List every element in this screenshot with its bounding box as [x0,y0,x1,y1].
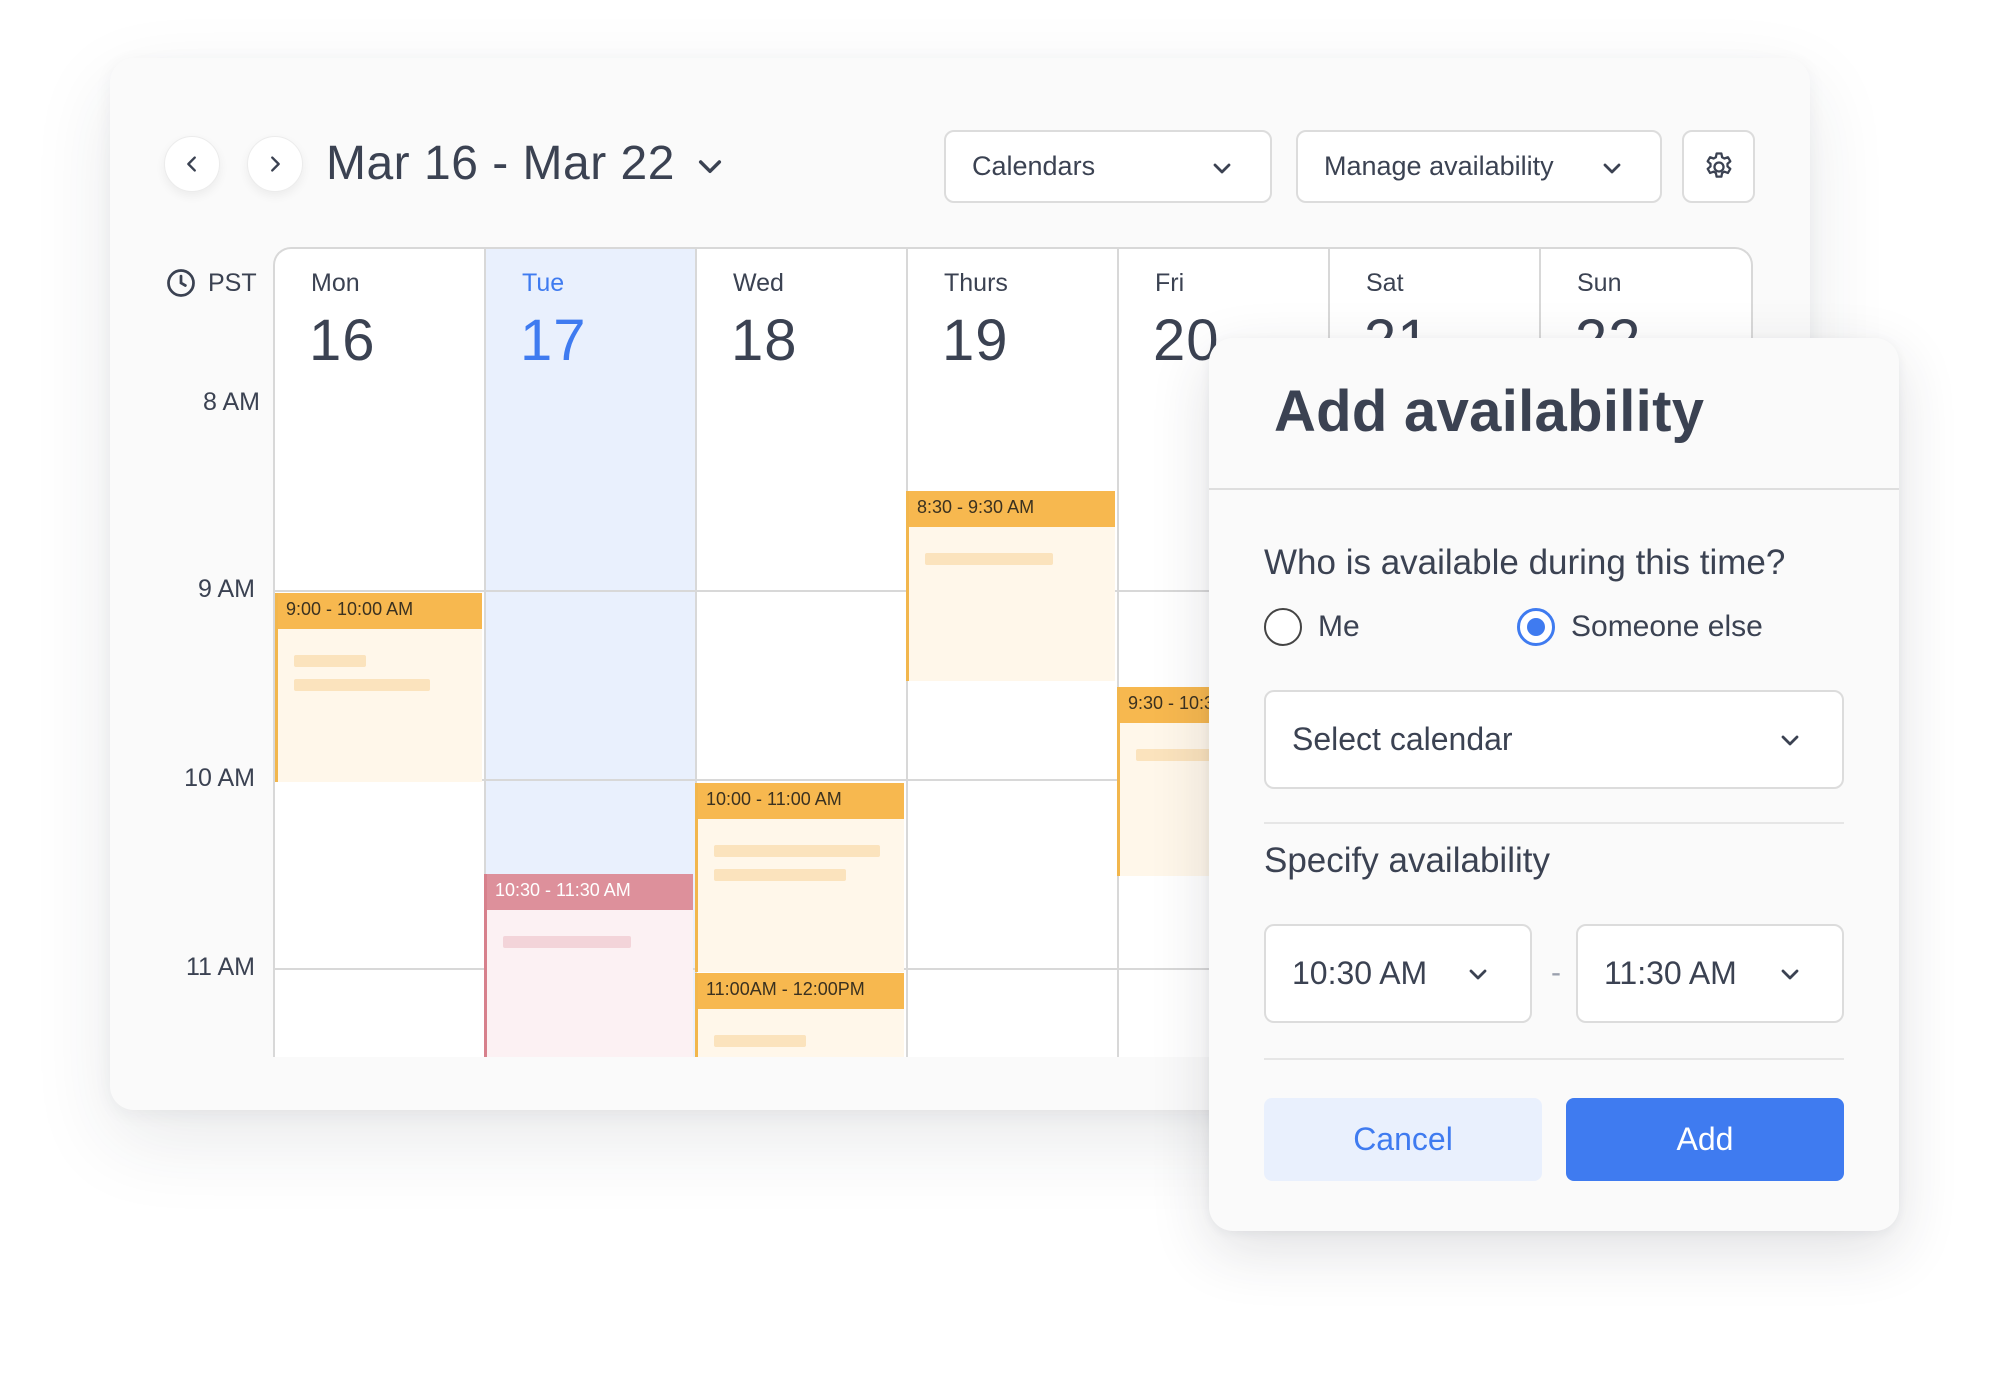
chevron-down-icon [1781,969,1799,979]
day-name: Fri [1155,269,1185,297]
day-name: Tue [522,269,565,297]
radio-someone-else-label: Someone else [1571,610,1763,643]
dialog-title: Add availability [1274,379,1705,444]
gear-icon [1706,151,1731,178]
day-number: 17 [520,308,587,373]
event-time: 10:00 - 11:00 AM [698,783,904,819]
day-number: 19 [942,308,1009,373]
day-name: Mon [311,269,360,297]
event-placeholder-bar [714,845,880,857]
chevron-down-icon [1213,163,1231,174]
time-separator: - [1551,956,1561,989]
event-placeholder-bar [714,1035,806,1047]
select-calendar-placeholder: Select calendar [1292,721,1513,757]
day-number: 18 [731,308,798,373]
event-time: 10:30 - 11:30 AM [487,874,693,910]
hour-label: 11 AM [185,953,255,981]
prev-week-button[interactable] [164,136,220,192]
calendar-event[interactable]: 11:00AM - 12:00PM [695,973,904,1057]
calendar-event[interactable]: 10:00 - 11:00 AM [695,783,904,972]
end-time-select[interactable]: 11:30 AM [1576,924,1844,1023]
radio-me-label: Me [1318,610,1360,643]
chevron-right-icon [271,156,280,172]
calendars-dropdown-label: Calendars [972,151,1096,181]
event-placeholder-bar [714,869,846,881]
event-time: 9:00 - 10:00 AM [278,593,482,629]
manage-availability-label: Manage availability [1324,151,1554,181]
specify-availability-label: Specify availability [1264,841,1550,880]
calendar-event[interactable]: 9:00 - 10:00 AM [275,593,482,782]
divider [1264,822,1844,824]
radio-me[interactable]: Me [1264,608,1360,646]
hour-label: 9 AM [198,575,255,603]
radio-circle-checked[interactable] [1517,608,1555,646]
event-placeholder-bar [503,936,631,948]
event-placeholder-bar [294,679,430,691]
chevron-left-icon [187,156,196,172]
settings-button[interactable] [1682,130,1755,203]
day-name: Sat [1366,269,1404,297]
day-number: 16 [309,308,376,373]
chevron-down-icon [1603,163,1621,174]
who-available-label: Who is available during this time? [1264,543,1786,582]
calendars-dropdown[interactable]: Calendars [944,130,1272,203]
chevron-down-icon[interactable] [694,150,726,182]
day-name: Sun [1577,269,1622,297]
event-placeholder-bar [294,655,366,667]
radio-circle-unchecked[interactable] [1264,608,1302,646]
select-calendar-dropdown[interactable]: Select calendar [1264,690,1844,789]
timezone-label: PST [208,268,257,297]
today-column-highlight [486,249,697,406]
event-time: 8:30 - 9:30 AM [909,491,1115,527]
hour-label: 10 AM [184,764,255,792]
manage-availability-dropdown[interactable]: Manage availability [1296,130,1662,203]
divider [1264,1058,1844,1060]
timezone-indicator: PST [166,268,257,298]
event-placeholder-bar [925,553,1053,565]
day-name: Thurs [944,269,1008,297]
end-time-value: 11:30 AM [1604,955,1737,991]
radio-someone-else[interactable]: Someone else [1517,608,1763,646]
add-availability-dialog: Add availability Who is available during… [1209,338,1899,1231]
hour-label: 8 AM [203,388,260,416]
next-week-button[interactable] [247,136,303,192]
calendar-event[interactable]: 8:30 - 9:30 AM [906,491,1115,681]
date-range-title[interactable]: Mar 16 - Mar 22 [326,134,675,194]
calendar-event[interactable]: 10:30 - 11:30 AM [484,874,693,1057]
cancel-button[interactable]: Cancel [1264,1098,1542,1181]
chevron-down-icon [1781,735,1799,745]
clock-icon [167,269,195,297]
start-time-value: 10:30 AM [1292,955,1428,991]
start-time-select[interactable]: 10:30 AM [1264,924,1532,1023]
chevron-down-icon [1469,969,1487,979]
add-button[interactable]: Add [1566,1098,1844,1181]
grid-column-line [1117,249,1119,1057]
event-time: 11:00AM - 12:00PM [698,973,904,1009]
day-name: Wed [733,269,784,297]
